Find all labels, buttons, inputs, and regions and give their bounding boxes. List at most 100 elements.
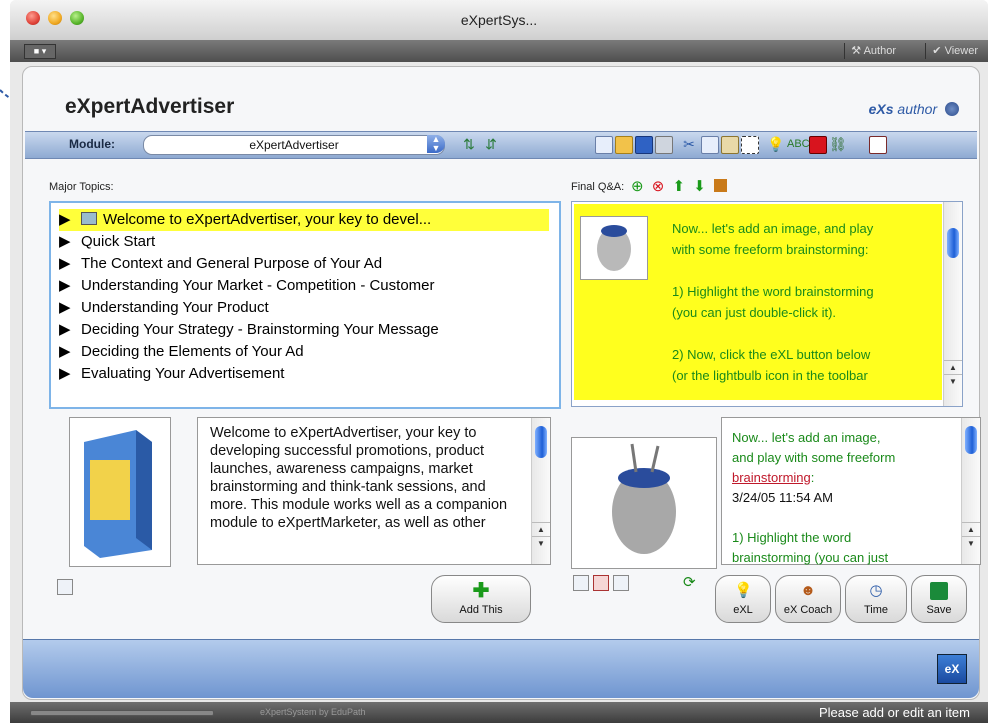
description-scrollbar[interactable]: ▲ ▼ <box>531 418 550 564</box>
cut-icon[interactable]: ✂ <box>681 136 697 152</box>
module-label: Module: <box>69 137 115 151</box>
progress-bar <box>30 710 214 716</box>
list-item[interactable]: ▶ Deciding Your Strategy - Brainstorming … <box>59 319 549 341</box>
disclosure-triangle-icon[interactable]: ▶ <box>59 231 81 253</box>
save-button[interactable]: Save <box>911 575 967 623</box>
list-item[interactable]: ▶ Welcome to eXpertAdvertiser, your key t… <box>59 209 549 231</box>
head-icon <box>612 443 676 554</box>
list-item[interactable]: ▶ Evaluating Your Advertisement <box>59 363 549 385</box>
scrollbar-thumb[interactable] <box>947 228 959 258</box>
scroll-up-arrow[interactable]: ▲ <box>944 360 962 375</box>
export-icon[interactable] <box>613 575 629 591</box>
scroll-up-arrow[interactable]: ▲ <box>962 522 980 537</box>
disclosure-triangle-icon[interactable]: ▶ <box>59 363 81 385</box>
add-this-button[interactable]: ✚ Add This <box>431 575 531 623</box>
disclosure-triangle-icon[interactable]: ▶ <box>59 341 81 363</box>
main-panel: eXpertAdvertiser eXs author Module: eXpe… <box>22 66 981 700</box>
print-icon[interactable] <box>655 136 673 154</box>
bottom-bar: eX <box>23 639 979 698</box>
exl-button[interactable]: 💡 eXL <box>715 575 771 623</box>
module-select[interactable]: eXpertAdvertiser ▲ ▼ <box>143 135 445 155</box>
description-text: Welcome to eXpertAdvertiser, your key to… <box>210 425 508 531</box>
head-icon <box>597 225 631 271</box>
link-icon[interactable]: ⛓ <box>829 136 847 152</box>
save-disk-icon[interactable] <box>635 136 653 154</box>
qa-highlight: Now... let's add an image, and play with… <box>574 204 942 400</box>
scroll-down-arrow[interactable]: ▼ <box>944 374 962 389</box>
note-text: Now... let's add an image, and play with… <box>732 430 896 565</box>
add-circle-icon[interactable]: ⊕ <box>631 178 644 195</box>
topic-description: Welcome to eXpertAdvertiser, your key to… <box>197 417 551 565</box>
color-swatch-icon[interactable] <box>809 136 827 154</box>
status-message: Please add or edit an item <box>818 705 970 720</box>
move-up-icon[interactable]: ⬆ <box>673 178 686 195</box>
refresh-icon[interactable]: ⟳ <box>683 573 696 591</box>
delete-document-icon[interactable] <box>869 136 887 154</box>
title-bar: eXpertSys... <box>10 0 988 41</box>
app-window: eXpertSys... ■ ▾ ⚒ Author ✔ Viewer eXper… <box>10 0 988 723</box>
list-item[interactable]: ▶ Quick Start <box>59 231 549 253</box>
disclosure-triangle-icon[interactable]: ▶ <box>59 297 81 319</box>
sort-up-icon[interactable]: ⇅ <box>461 136 477 152</box>
delete-note-icon[interactable] <box>593 575 609 591</box>
brand-label: eXs author <box>869 101 959 117</box>
note-link[interactable]: brainstorming <box>732 470 811 485</box>
new-document-icon[interactable] <box>595 136 613 154</box>
list-item[interactable]: ▶ Understanding Your Market - Competition… <box>59 275 549 297</box>
disclosure-triangle-icon[interactable]: ▶ <box>59 209 81 231</box>
attachment-icon[interactable] <box>57 579 73 595</box>
major-topics-label: Major Topics: <box>49 181 114 193</box>
disclosure-triangle-icon[interactable]: ▶ <box>59 253 81 275</box>
document-icon[interactable] <box>573 575 589 591</box>
scrollbar-thumb[interactable] <box>535 426 547 458</box>
note-panel: Now... let's add an image, and play with… <box>721 417 981 565</box>
list-item[interactable]: ▶ The Context and General Purpose of Your… <box>59 253 549 275</box>
spellcheck-icon[interactable]: ABC <box>787 136 810 152</box>
menu-toggle-icon[interactable]: ■ ▾ <box>24 44 56 59</box>
head-thumbnail-image <box>580 216 648 280</box>
final-qa-controls: ⊕ ⊗ ⬆ ⬇ <box>631 177 727 195</box>
product-box-icon <box>84 430 152 558</box>
author-mode-button[interactable]: ⚒ Author <box>844 43 902 59</box>
edit-icon[interactable] <box>714 179 727 192</box>
scrollbar-thumb[interactable] <box>965 426 977 454</box>
ex-coach-button[interactable]: ☻ eX Coach <box>775 575 841 623</box>
clock-icon: ◷ <box>869 582 883 599</box>
check-icon: ✔ <box>932 45 945 57</box>
tools-icon: ⚒ <box>851 45 864 57</box>
plus-icon: ✚ <box>472 580 490 602</box>
list-item[interactable]: ▶ Understanding Your Product <box>59 297 549 319</box>
remove-circle-icon[interactable]: ⊗ <box>652 178 665 195</box>
select-all-icon[interactable] <box>741 136 759 154</box>
scroll-down-arrow[interactable]: ▼ <box>962 536 980 551</box>
time-button[interactable]: ◷ Time <box>845 575 907 623</box>
sort-down-icon[interactable]: ⇵ <box>483 136 499 152</box>
lightbulb-icon: 💡 <box>734 582 753 599</box>
disclosure-triangle-icon[interactable]: ▶ <box>59 275 81 297</box>
product-box-image <box>69 417 171 567</box>
image-icon <box>81 212 97 225</box>
disclosure-triangle-icon[interactable]: ▶ <box>59 319 81 341</box>
move-down-icon[interactable]: ⬇ <box>693 178 706 195</box>
open-folder-icon[interactable] <box>615 136 633 154</box>
list-item[interactable]: ▶ Deciding the Elements of Your Ad <box>59 341 549 363</box>
module-bar: Module: eXpertAdvertiser ▲ ▼ ⇅ ⇵ ✂ 💡 ABC … <box>25 131 977 159</box>
exs-logo-icon[interactable]: eX <box>937 654 967 684</box>
help-icon[interactable] <box>945 102 959 116</box>
select-arrows-icon: ▲ ▼ <box>427 135 445 153</box>
scroll-down-arrow[interactable]: ▼ <box>532 536 550 551</box>
final-qa-label: Final Q&A: <box>571 181 625 193</box>
credit-text: eXpertSystem by EduPath <box>260 707 366 717</box>
viewer-mode-button[interactable]: ✔ Viewer <box>925 43 984 59</box>
mode-toolbar: ■ ▾ ⚒ Author ✔ Viewer <box>10 40 988 62</box>
status-bar: eXpertSystem by EduPath Please add or ed… <box>10 702 988 723</box>
qa-scrollbar[interactable]: ▲ ▼ <box>943 202 962 406</box>
copy-icon[interactable] <box>701 136 719 154</box>
paste-icon[interactable] <box>721 136 739 154</box>
scroll-up-arrow[interactable]: ▲ <box>532 522 550 537</box>
save-disk-icon <box>930 582 948 600</box>
lightbulb-icon[interactable]: 💡 <box>767 136 784 152</box>
major-topics-list: ▶ Welcome to eXpertAdvertiser, your key t… <box>49 201 561 409</box>
qa-text: Now... let's add an image, and play with… <box>672 221 874 383</box>
note-scrollbar[interactable]: ▲ ▼ <box>961 418 980 564</box>
